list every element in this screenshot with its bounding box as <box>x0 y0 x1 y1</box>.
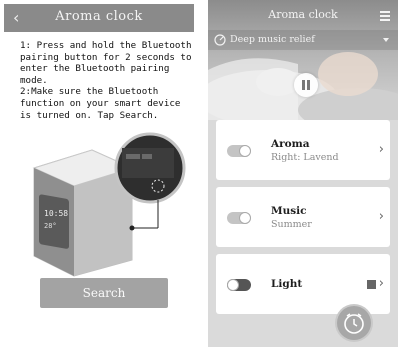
card-subtitle: Right: Lavend <box>271 152 339 163</box>
pause-button[interactable] <box>294 73 318 97</box>
app-title: Aroma clock <box>268 8 338 21</box>
music-note-icon <box>214 34 226 46</box>
light-card[interactable]: Light › <box>216 254 390 314</box>
hamburger-menu-icon[interactable] <box>380 11 390 21</box>
alarm-clock-button[interactable] <box>337 306 371 340</box>
device-time-readout: 10:58 <box>44 209 68 218</box>
chevron-right-icon: › <box>378 142 384 157</box>
card-title: Light <box>271 278 303 290</box>
card-title: Aroma <box>271 138 310 150</box>
color-swatch-icon <box>367 280 376 289</box>
instruction-step-1: 1: Press and hold the Bluetooth pairing … <box>20 40 192 86</box>
card-title: Music <box>271 205 307 217</box>
hero-image: Aroma clock Deep music relief <box>208 0 398 120</box>
chevron-right-icon: › <box>378 276 384 291</box>
aroma-toggle[interactable] <box>227 145 251 157</box>
light-toggle[interactable] <box>227 279 251 291</box>
instruction-step-2: 2:Make sure the Bluetooth function on yo… <box>20 86 181 121</box>
pairing-instructions: 1: Press and hold the Bluetooth pairing … <box>20 40 192 121</box>
music-selector[interactable]: Deep music relief <box>208 30 398 50</box>
aroma-clock-device-illustration: 10:58 28° <box>32 132 186 277</box>
control-screen: Aroma clock Deep music relief Aroma Righ… <box>208 0 398 347</box>
music-card[interactable]: Music Summer › <box>216 187 390 247</box>
music-toggle[interactable] <box>227 212 251 224</box>
header-bar: ‹ Aroma clock <box>4 4 194 32</box>
dropdown-caret-icon <box>383 38 389 42</box>
alarm-clock-icon <box>344 313 364 334</box>
header-bar: Aroma clock <box>208 4 398 26</box>
pairing-screen: ‹ Aroma clock 1: Press and hold the Blue… <box>4 0 194 347</box>
device-temp-readout: 28° <box>44 222 57 230</box>
aroma-card[interactable]: Aroma Right: Lavend › <box>216 120 390 180</box>
app-title: Aroma clock <box>55 9 143 24</box>
search-button[interactable]: Search <box>40 278 168 308</box>
card-subtitle: Summer <box>271 219 312 230</box>
music-track-label: Deep music relief <box>230 34 315 45</box>
chevron-right-icon: › <box>378 209 384 224</box>
